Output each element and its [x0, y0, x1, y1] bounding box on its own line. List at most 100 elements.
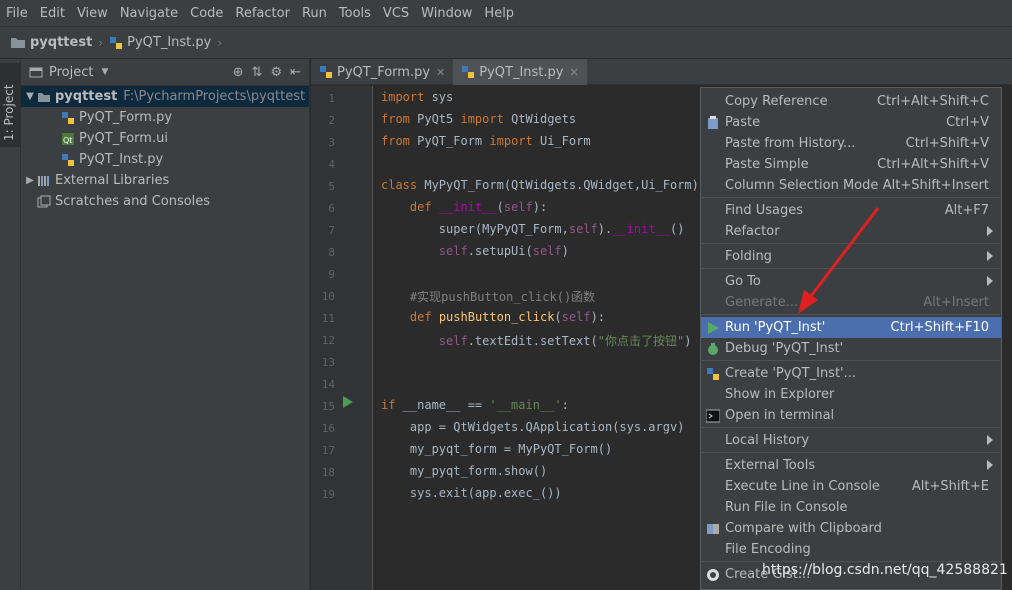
code-line: sys.exit(app.exec_()) [381, 486, 562, 500]
submenu-arrow-icon [987, 226, 993, 236]
code-line: my_pyqt_form = MyPyQT_Form() [381, 442, 613, 456]
code-line: my_pyqt_form.show() [381, 464, 548, 478]
python-file-icon [320, 66, 332, 78]
context-menu-item-label: Local History [725, 433, 810, 448]
context-menu-item-label: Generate... [725, 295, 799, 310]
run-icon [708, 322, 719, 334]
editor-tabs: PyQT_Form.py ✕ PyQT_Inst.py ✕ [311, 59, 1012, 85]
context-menu-item[interactable]: Local History [701, 430, 1001, 451]
paste-icon [708, 116, 718, 129]
context-menu-item[interactable]: File Encoding [701, 539, 1001, 560]
code-line: self.setupUi(self) [438, 244, 569, 258]
close-icon[interactable]: ✕ [436, 66, 445, 79]
python-file-icon [110, 36, 123, 49]
line-number: 1 [328, 92, 335, 105]
context-menu-item[interactable]: Debug 'PyQT_Inst' [701, 338, 1001, 359]
context-menu-shortcut: Alt+Shift+E [911, 479, 989, 494]
context-menu-shortcut: Alt+Shift+Insert [882, 178, 989, 193]
python-file-icon [62, 111, 74, 124]
menu-code[interactable]: Code [184, 0, 229, 27]
menu-vcs[interactable]: VCS [377, 0, 415, 27]
chevron-right-icon[interactable]: ▶ [23, 175, 37, 186]
menu-separator [702, 197, 1000, 198]
run-gutter-icon[interactable] [342, 395, 354, 409]
menu-tools[interactable]: Tools [333, 0, 377, 27]
context-menu-item[interactable]: Run 'PyQT_Inst' Ctrl+Shift+F10 [701, 317, 1001, 338]
tab-pyqt-inst[interactable]: PyQT_Inst.py ✕ [453, 59, 587, 85]
context-menu-item[interactable]: Open in terminal [701, 405, 1001, 426]
context-menu-item-label: Column Selection Mode [725, 178, 879, 193]
line-number: 5 [328, 180, 335, 193]
context-menu-item-label: Debug 'PyQT_Inst' [725, 341, 844, 356]
context-menu-item[interactable]: Paste from History... Ctrl+Shift+V [701, 133, 1001, 154]
tool-window-strip: 1: Project [0, 59, 21, 590]
submenu-arrow-icon [987, 435, 993, 445]
context-menu-item-label: Go To [725, 274, 761, 289]
line-number: 18 [321, 466, 335, 479]
close-icon[interactable]: ✕ [569, 66, 578, 79]
context-menu-shortcut: Ctrl+Alt+Shift+V [877, 157, 989, 172]
line-number: 9 [328, 268, 335, 281]
project-view-icon [29, 67, 43, 78]
breadcrumb-file[interactable]: PyQT_Inst.py [109, 35, 211, 50]
folder-icon [11, 38, 25, 48]
hide-icon[interactable]: ⇤ [290, 65, 301, 80]
line-number: 15 [321, 400, 335, 413]
collapse-icon[interactable]: ⇅ [252, 65, 263, 80]
context-menu-item[interactable]: Paste Ctrl+V [701, 112, 1001, 133]
submenu-arrow-icon [987, 251, 993, 261]
tree-file-form-py[interactable]: PyQT_Form.py [21, 107, 309, 128]
gear-icon[interactable]: ⚙ [270, 65, 282, 80]
context-menu-item[interactable]: Execute Line in Console Alt+Shift+E [701, 476, 1001, 497]
context-menu-item[interactable]: Run File in Console [701, 497, 1001, 518]
library-icon [38, 175, 49, 186]
line-number: 7 [328, 224, 335, 237]
python-file-icon [462, 66, 475, 78]
line-number: 19 [321, 488, 335, 501]
code-line: import sys [381, 90, 454, 104]
context-menu-item[interactable]: Paste Simple Ctrl+Alt+Shift+V [701, 154, 1001, 175]
menu-separator [702, 427, 1000, 428]
menu-view[interactable]: View [71, 0, 114, 27]
project-panel: Project ▼ ⊕ ⇅ ⚙ ⇤ ▼ pyqttest F:\PycharmP… [21, 59, 310, 590]
context-menu-shortcut: Ctrl+V [946, 115, 989, 130]
context-menu-item[interactable]: Compare with Clipboard [701, 518, 1001, 539]
line-number: 6 [328, 202, 335, 215]
tree-root[interactable]: ▼ pyqttest F:\PycharmProjects\pyqttest [21, 86, 309, 107]
debug-icon [708, 343, 718, 355]
chevron-down-icon[interactable]: ▼ [23, 91, 37, 102]
code-line: super(MyPyQT_Form,self).__init__() [381, 222, 685, 236]
context-menu-item[interactable]: Column Selection Mode Alt+Shift+Insert [701, 175, 1001, 196]
menu-edit[interactable]: Edit [34, 0, 71, 27]
context-menu-item-label: Paste [725, 115, 761, 130]
project-panel-title: Project [49, 64, 94, 80]
line-number: 16 [321, 422, 335, 435]
tree-file-form-ui[interactable]: Qt PyQT_Form.ui [21, 128, 309, 149]
view-dropdown-icon[interactable]: ▼ [101, 67, 108, 77]
locate-icon[interactable]: ⊕ [233, 65, 244, 80]
breadcrumb-project[interactable]: pyqttest [10, 35, 92, 50]
line-number: 11 [321, 312, 335, 325]
context-menu-item[interactable]: Show in Explorer [701, 384, 1001, 405]
breadcrumb-separator: › [98, 35, 104, 50]
menu-navigate[interactable]: Navigate [114, 0, 184, 27]
menu-refactor[interactable]: Refactor [229, 0, 296, 27]
code-line: app = QtWidgets.QApplication(sys.argv) [381, 420, 685, 434]
svg-text:Qt: Qt [63, 136, 72, 145]
tree-external-libraries[interactable]: ▶ External Libraries [21, 170, 309, 191]
context-menu-item[interactable]: Create 'PyQT_Inst'... [701, 363, 1001, 384]
menu-run[interactable]: Run [296, 0, 333, 27]
code-editor[interactable]: import sys from PyQt5 import QtWidgets f… [374, 86, 700, 590]
context-menu-item[interactable]: External Tools [701, 455, 1001, 476]
tree-scratches[interactable]: Scratches and Consoles [21, 191, 309, 212]
menu-window[interactable]: Window [415, 0, 478, 27]
code-line: from PyQt5 import QtWidgets [381, 112, 577, 126]
context-menu-item-label: Copy Reference [725, 94, 828, 109]
context-menu-item-label: Refactor [725, 224, 780, 239]
context-menu-item[interactable]: Copy Reference Ctrl+Alt+Shift+C [701, 91, 1001, 112]
tree-file-inst-py[interactable]: PyQT_Inst.py [21, 149, 309, 170]
project-tool-tab[interactable]: 1: Project [0, 63, 21, 147]
menu-file[interactable]: File [0, 0, 34, 27]
tab-pyqt-form[interactable]: PyQT_Form.py ✕ [311, 59, 453, 85]
menu-help[interactable]: Help [478, 0, 520, 27]
